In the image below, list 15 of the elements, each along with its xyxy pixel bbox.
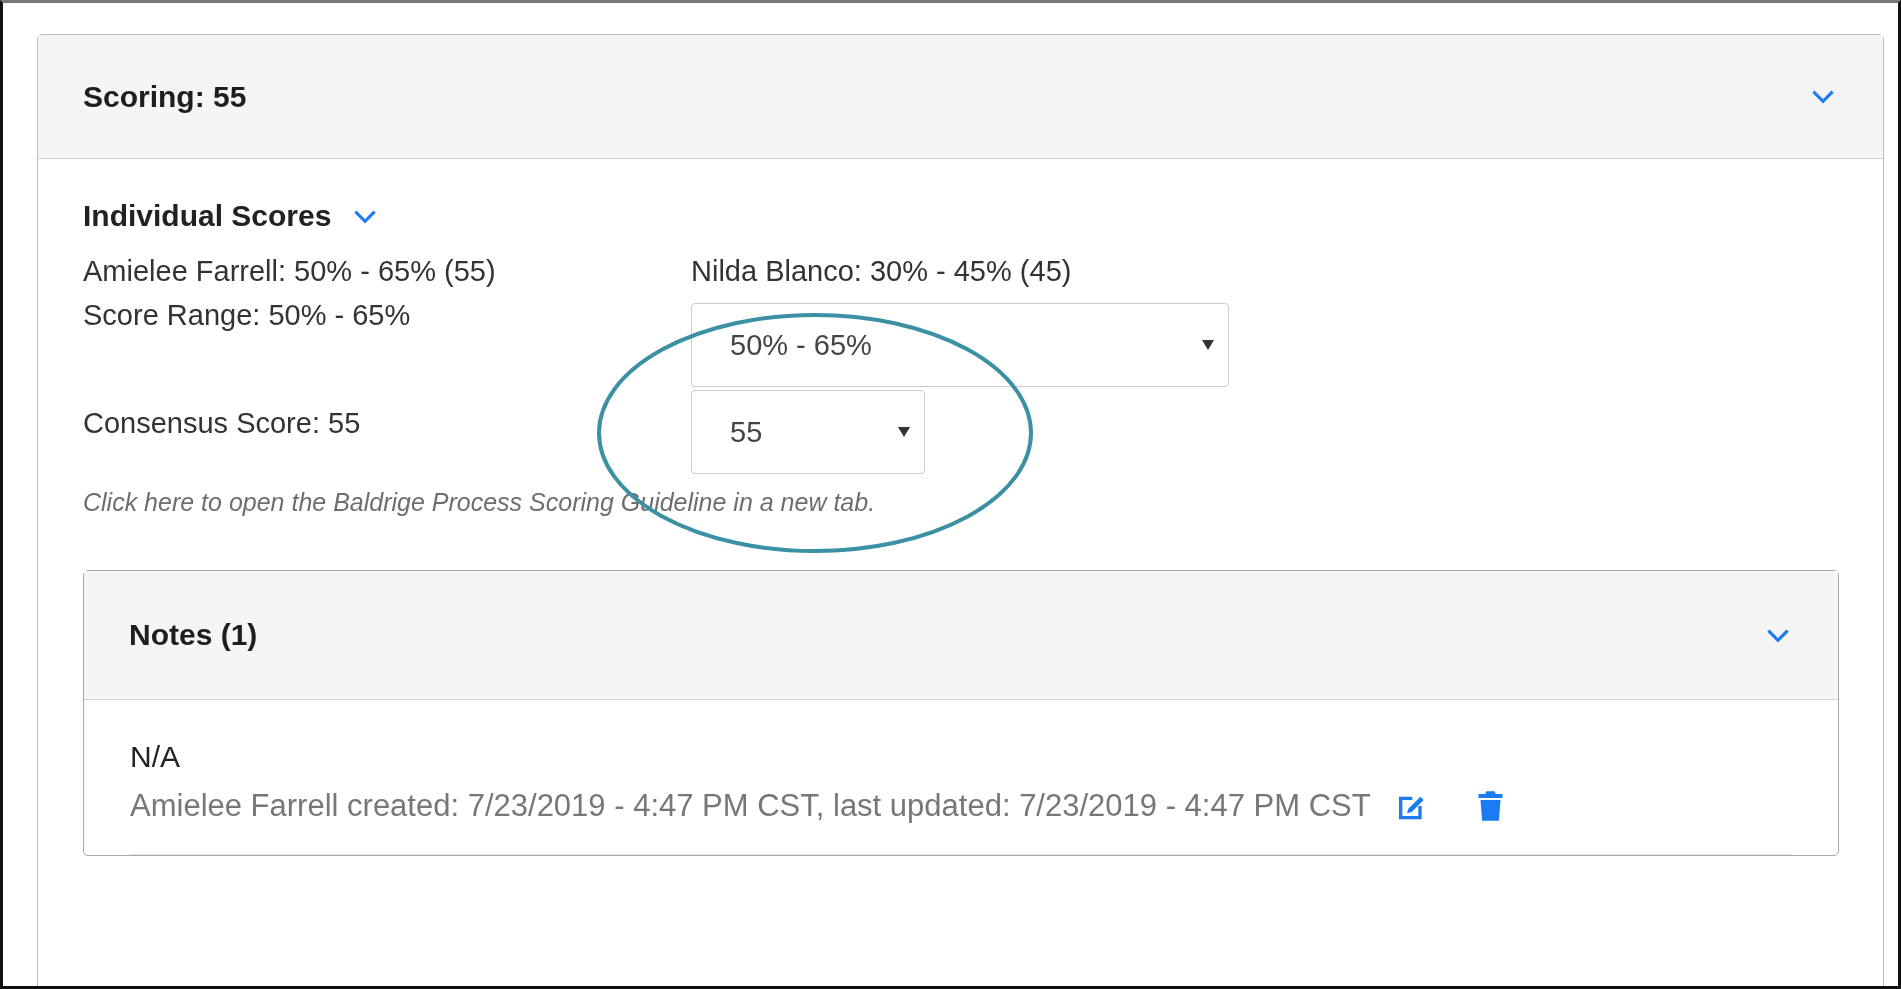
note-meta: Amielee Farrell created: 7/23/2019 - 4:47 PM CST, last updated: 7/23/2019 - 4:47 PM CST bbox=[130, 788, 1371, 824]
score-text: Amielee Farrell: 50% - 65% (55) bbox=[83, 254, 497, 289]
score-range-dropdown[interactable]: 50% - 65% bbox=[691, 303, 1229, 387]
note-text: N/A bbox=[130, 740, 181, 774]
caret-icon bbox=[898, 427, 910, 437]
consensus-score-dropdown[interactable]: 55 bbox=[691, 390, 925, 474]
score-range-label: Score Range: 50% - 65% bbox=[83, 298, 412, 333]
panel-title: Scoring: 55 bbox=[83, 79, 247, 114]
panel-title: Notes (1) bbox=[129, 618, 258, 652]
caret-icon bbox=[1202, 340, 1214, 350]
chevron-down-icon[interactable] bbox=[1811, 88, 1835, 105]
score-text: Nilda Blanco: 30% - 45% (45) bbox=[691, 254, 1073, 289]
consensus-score-label: Consensus Score: 55 bbox=[83, 406, 362, 441]
trash-icon[interactable] bbox=[1476, 790, 1504, 822]
section-title: Individual Scores bbox=[83, 199, 332, 233]
